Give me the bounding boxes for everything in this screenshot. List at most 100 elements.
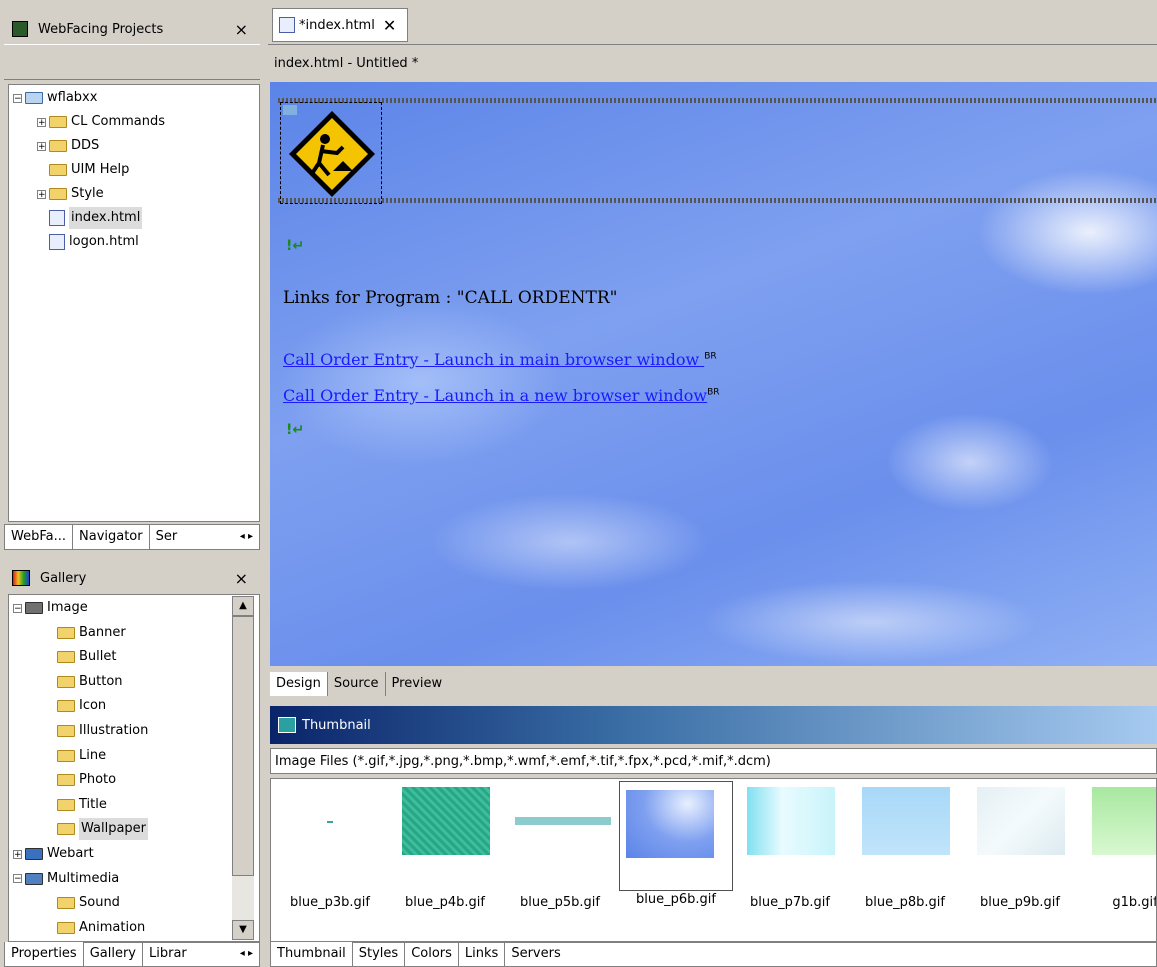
gallery-tree-item[interactable]: Line (57, 745, 106, 767)
tab[interactable]: Properties (5, 942, 83, 966)
tree-item[interactable]: logon.html (37, 231, 139, 253)
style-folder-icon (49, 188, 67, 200)
folder-icon (57, 700, 75, 713)
br-marker: BR (707, 387, 720, 398)
scroll-thumb[interactable] (232, 616, 254, 876)
design-canvas[interactable]: !↵ Links for Program : "CALL ORDENTR" Ca… (270, 82, 1157, 666)
close-icon[interactable]: × (235, 20, 248, 39)
tree-item-label: wflabxx (47, 90, 98, 105)
tab[interactable]: Thumbnail (271, 942, 352, 966)
thumbnail-item[interactable]: g1b.gif (1076, 779, 1157, 931)
thumbnail-item[interactable]: blue_p9b.gif (961, 779, 1071, 931)
collapse-icon[interactable]: − (13, 874, 22, 884)
gallery-tree-label: Illustration (79, 723, 149, 738)
tree-connector (37, 214, 46, 223)
link-row-2: Call Order Entry - Launch in a new brows… (283, 386, 720, 405)
tree-item[interactable]: + DDS (37, 135, 99, 157)
scroll-up-arrow[interactable]: ▲ (232, 596, 254, 616)
thumbnail-item[interactable]: blue_p8b.gif (846, 779, 956, 931)
gallery-tree[interactable]: − Image Banner Bullet Button Icon Illustration… (8, 594, 260, 942)
image-marker-icon (283, 105, 297, 115)
folder-icon (49, 164, 67, 176)
expand-icon[interactable]: + (37, 141, 46, 151)
folder-icon (57, 774, 75, 787)
tab[interactable]: Preview (384, 672, 449, 696)
paragraph-marker-icon: !↵ (286, 422, 305, 438)
link-new-window[interactable]: Call Order Entry - Launch in a new brows… (283, 386, 707, 405)
webfacing-projects-titlebar: WebFacing Projects × (4, 14, 258, 44)
close-icon[interactable]: ✕ (383, 16, 396, 35)
tab[interactable]: Navigator (72, 525, 149, 549)
thumbnail-item[interactable]: blue_p4b.gif (386, 779, 496, 931)
projects-tree[interactable]: − wflabxx + CL Commands + DDS UIM Help + Style in… (8, 84, 260, 522)
gallery-tree-item[interactable]: Illustration (57, 720, 148, 742)
tab[interactable]: Gallery (82, 942, 142, 966)
folder-icon (49, 116, 67, 128)
tree-item-label: logon.html (69, 234, 139, 249)
tree-item[interactable]: UIM Help (37, 159, 129, 181)
thumbnail-item[interactable]: blue_p5b.gif (501, 779, 611, 931)
gallery-tree-label: Sound (79, 895, 120, 911)
thumbnail-image (862, 787, 950, 855)
gallery-tree-item[interactable]: Animation (57, 917, 145, 939)
tree-item[interactable]: + Style (37, 183, 104, 205)
gallery-tree-item[interactable]: Banner (57, 622, 126, 644)
file-type-filter[interactable]: Image Files (*.gif,*.jpg,*.png,*.bmp,*.w… (270, 748, 1157, 774)
thumbnail-image (747, 787, 835, 855)
gallery-scrollbar[interactable]: ▲ ▼ (232, 596, 254, 940)
tree-item[interactable]: index.html (37, 207, 143, 229)
gallery-tree-item[interactable]: Title (57, 794, 107, 816)
tree-item-label: index.html (69, 207, 143, 229)
folder-icon (57, 725, 75, 737)
gallery-tree-item[interactable]: Icon (57, 695, 106, 717)
thumbnail-item[interactable]: blue_p7b.gif (731, 779, 841, 931)
gallery-tree-item[interactable]: − Multimedia (13, 868, 119, 890)
link-main-window[interactable]: Call Order Entry - Launch in main browse… (283, 350, 704, 369)
gallery-tree-label: Bullet (79, 649, 117, 665)
tab[interactable]: Librar (142, 942, 193, 966)
tree-connector (37, 166, 46, 175)
thumbnail-grid[interactable]: blue_p3b.gif blue_p4b.gif blue_p5b.gif blue… (270, 778, 1157, 942)
gallery-tree-item[interactable]: − Image (13, 597, 88, 619)
tab[interactable]: Colors (404, 942, 458, 966)
gallery-tree-label: Multimedia (47, 870, 120, 886)
image-selection[interactable] (280, 102, 382, 204)
gallery-tree-item[interactable]: Button (57, 671, 123, 693)
gallery-tree-item[interactable]: Wallpaper (57, 818, 149, 841)
tab[interactable]: Source (326, 672, 385, 696)
tree-item[interactable]: − wflabxx (13, 87, 97, 109)
table-border-bottom (278, 198, 1157, 203)
expand-icon[interactable]: + (37, 189, 46, 199)
collapse-icon[interactable]: − (13, 93, 22, 103)
scroll-down-arrow[interactable]: ▼ (232, 920, 254, 940)
breadcrumb-text: index.html - Untitled * (274, 55, 419, 71)
projects-tabstrip: WebFa... Navigator Ser ◂ ▸ (4, 524, 260, 550)
tab[interactable]: Styles (351, 942, 404, 966)
editor-tab[interactable]: *index.html ✕ (272, 8, 408, 42)
gallery-tree-label: Image (47, 600, 88, 615)
tab[interactable]: WebFa... (5, 525, 72, 549)
tab-scroll-arrows-icon[interactable]: ◂ ▸ (234, 525, 259, 549)
folder-icon (57, 921, 75, 934)
tab[interactable]: Ser (148, 525, 184, 549)
tree-item-label: DDS (71, 138, 100, 153)
tab[interactable]: Design (270, 672, 327, 696)
thumbnail-caption: g1b.gif (1112, 895, 1157, 910)
collapse-icon[interactable]: − (13, 603, 22, 613)
tab-scroll-arrows-icon[interactable]: ◂ ▸ (234, 942, 259, 966)
projects-view-title: WebFacing Projects (38, 21, 164, 37)
tab[interactable]: Servers (504, 942, 566, 966)
gallery-tree-item[interactable]: Bullet (57, 646, 116, 668)
folder-icon (57, 626, 75, 639)
gallery-tree-item[interactable]: Photo (57, 769, 116, 791)
thumbnail-item[interactable]: blue_p3b.gif (271, 779, 381, 931)
tree-item[interactable]: + CL Commands (37, 111, 165, 133)
tab[interactable]: Links (457, 942, 504, 966)
gallery-tree-item[interactable]: Sound (57, 892, 120, 914)
gallery-tree-item[interactable]: + Webart (13, 843, 94, 865)
expand-icon[interactable]: + (37, 117, 46, 127)
thumbnail-caption: blue_p8b.gif (865, 895, 945, 910)
expand-icon[interactable]: + (13, 849, 22, 859)
thumbnail-item[interactable]: blue_p6b.gif (619, 781, 733, 907)
close-icon[interactable]: × (235, 569, 248, 588)
